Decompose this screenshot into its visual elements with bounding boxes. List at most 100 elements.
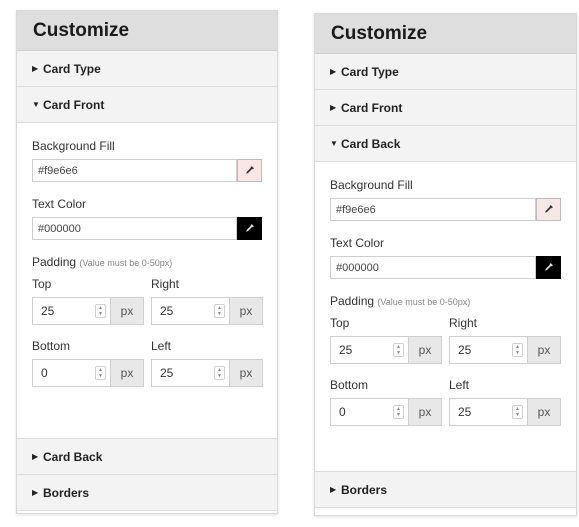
text-color-swatch[interactable]	[237, 217, 262, 240]
section-card-back[interactable]: ▶ Card Back	[17, 439, 277, 475]
section-label: Borders	[43, 485, 90, 500]
padding-right-value: 25	[458, 343, 472, 357]
text-color-input[interactable]: #000000	[330, 256, 536, 279]
caret-right-icon: ▶	[330, 67, 337, 76]
section-card-type[interactable]: ▶ Card Type	[17, 51, 277, 87]
unit-suffix: px	[230, 297, 263, 325]
padding-left-value: 25	[160, 366, 174, 380]
padding-right-control: 25 ▲ ▼ px	[449, 336, 561, 364]
section-card-type[interactable]: ▶ Card Type	[315, 54, 576, 90]
padding-left-input[interactable]: 25 ▲ ▼	[151, 359, 230, 387]
background-fill-swatch[interactable]	[237, 159, 262, 182]
padding-left-input[interactable]: 25 ▲ ▼	[449, 398, 528, 426]
spinner-icon[interactable]: ▲ ▼	[512, 405, 523, 419]
section-borders[interactable]: ▶ Borders	[17, 475, 277, 511]
padding-label: Padding (Value must be 0-50px)	[32, 255, 262, 269]
section-label: Card Back	[43, 449, 103, 464]
eyedropper-icon	[246, 224, 254, 232]
text-color-swatch[interactable]	[536, 256, 561, 279]
caret-right-icon: ▶	[32, 488, 39, 497]
unit-suffix: px	[409, 398, 442, 426]
unit-suffix: px	[528, 336, 561, 364]
section-card-front[interactable]: ▼ Card Front	[17, 87, 277, 123]
padding-bottom: Bottom 0 ▲ ▼ px	[330, 378, 442, 426]
padding-top-value: 25	[41, 304, 55, 318]
section-label: Card Front	[43, 97, 105, 112]
caret-right-icon: ▶	[330, 485, 337, 494]
padding-grid: Top 25 ▲ ▼ px Right 25 ▲ ▼ px Bottom 0 ▲…	[32, 277, 263, 387]
spinner-icon[interactable]: ▲ ▼	[95, 304, 106, 318]
padding-bottom-control: 0 ▲ ▼ px	[32, 359, 144, 387]
spinner-icon[interactable]: ▲ ▼	[95, 366, 106, 380]
spinner-icon[interactable]: ▲ ▼	[214, 366, 225, 380]
section-label: Card Front	[341, 100, 403, 115]
background-fill-label: Background Fill	[330, 178, 413, 192]
eyedropper-icon	[246, 166, 254, 174]
padding-top-input[interactable]: 25 ▲ ▼	[32, 297, 111, 325]
padding-right: Right 25 ▲ ▼ px	[449, 316, 561, 364]
padding-top-control: 25 ▲ ▼ px	[32, 297, 144, 325]
padding-top-input[interactable]: 25 ▲ ▼	[330, 336, 409, 364]
padding-bottom-control: 0 ▲ ▼ px	[330, 398, 442, 426]
customize-panel-left: Customize ▶ Card Type ▼ Card Front Backg…	[16, 10, 278, 514]
caret-down-icon: ▼	[330, 139, 338, 148]
caret-right-icon: ▶	[330, 103, 337, 112]
text-color-row: #000000	[32, 217, 262, 240]
padding-bottom-value: 0	[339, 405, 346, 419]
panel-header: Customize	[17, 11, 277, 51]
padding-top-control: 25 ▲ ▼ px	[330, 336, 442, 364]
unit-suffix: px	[111, 359, 144, 387]
text-color-input[interactable]: #000000	[32, 217, 237, 240]
padding-top-label: Top	[32, 277, 52, 291]
padding-left-label: Left	[151, 339, 172, 353]
padding-bottom-input[interactable]: 0 ▲ ▼	[32, 359, 111, 387]
padding-left-label: Left	[449, 378, 470, 392]
section-label: Card Type	[43, 61, 101, 76]
text-color-row: #000000	[330, 256, 561, 279]
spinner-icon[interactable]: ▲ ▼	[393, 343, 404, 357]
padding-right-value: 25	[160, 304, 174, 318]
unit-suffix: px	[111, 297, 144, 325]
panel-title: Customize	[331, 22, 428, 44]
card-front-body: Background Fill #f9e6e6 Text Color #0000…	[17, 123, 277, 439]
background-fill-label: Background Fill	[32, 139, 115, 153]
background-fill-input[interactable]: #f9e6e6	[330, 198, 536, 221]
padding-grid: Top 25 ▲ ▼ px Right 25 ▲ ▼ px Bottom 0 ▲…	[330, 316, 561, 426]
padding-bottom-value: 0	[41, 366, 48, 380]
padding-top: Top 25 ▲ ▼ px	[330, 316, 442, 364]
background-fill-input[interactable]: #f9e6e6	[32, 159, 237, 182]
padding-left-value: 25	[458, 405, 472, 419]
background-fill-row: #f9e6e6	[32, 159, 262, 182]
section-card-back[interactable]: ▼ Card Back	[315, 126, 576, 162]
padding-right: Right 25 ▲ ▼ px	[151, 277, 263, 325]
padding-right-label: Right	[151, 277, 180, 291]
padding-bottom: Bottom 0 ▲ ▼ px	[32, 339, 144, 387]
padding-bottom-input[interactable]: 0 ▲ ▼	[330, 398, 409, 426]
padding-right-input[interactable]: 25 ▲ ▼	[449, 336, 528, 364]
section-card-front[interactable]: ▶ Card Front	[315, 90, 576, 126]
padding-title: Padding	[330, 294, 375, 308]
spinner-icon[interactable]: ▲ ▼	[393, 405, 404, 419]
padding-note: (Value must be 0-50px)	[79, 258, 173, 268]
padding-top-value: 25	[339, 343, 353, 357]
caret-right-icon: ▶	[32, 64, 39, 73]
unit-suffix: px	[528, 398, 561, 426]
padding-left: Left 25 ▲ ▼ px	[151, 339, 263, 387]
padding-right-input[interactable]: 25 ▲ ▼	[151, 297, 230, 325]
background-fill-swatch[interactable]	[536, 198, 561, 221]
card-back-body: Background Fill #f9e6e6 Text Color #0000…	[315, 162, 576, 472]
unit-suffix: px	[230, 359, 263, 387]
padding-note: (Value must be 0-50px)	[377, 297, 471, 307]
padding-left-control: 25 ▲ ▼ px	[449, 398, 561, 426]
panel-header: Customize	[315, 14, 576, 54]
eyedropper-icon	[545, 263, 553, 271]
spinner-icon[interactable]: ▲ ▼	[512, 343, 523, 357]
padding-left-control: 25 ▲ ▼ px	[151, 359, 263, 387]
padding-title: Padding	[32, 255, 77, 269]
panel-title: Customize	[33, 19, 130, 41]
padding-label: Padding (Value must be 0-50px)	[330, 294, 561, 308]
section-borders[interactable]: ▶ Borders	[315, 472, 576, 508]
spinner-icon[interactable]: ▲ ▼	[214, 304, 225, 318]
caret-down-icon: ▼	[32, 100, 40, 109]
unit-suffix: px	[409, 336, 442, 364]
